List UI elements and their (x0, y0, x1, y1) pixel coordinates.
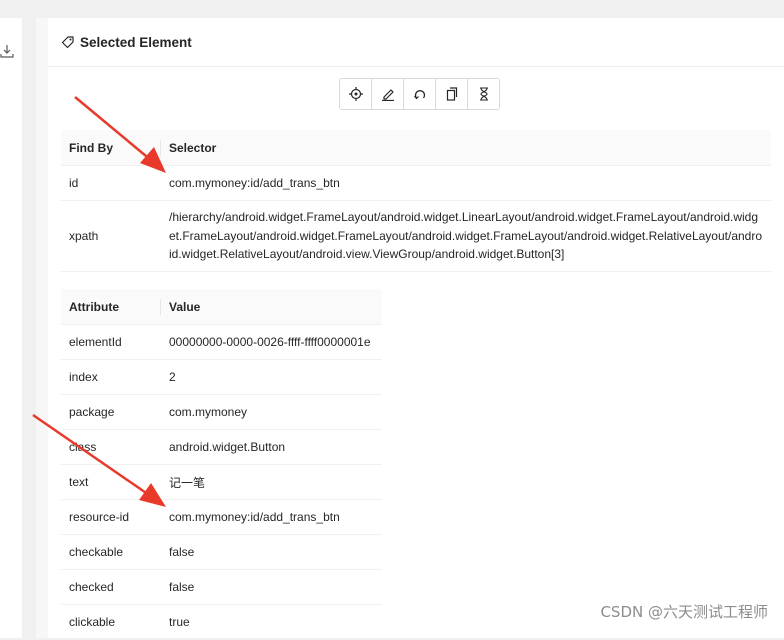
selected-element-panel: Selected Element Find By Selector id com… (48, 18, 784, 640)
find-by-cell: id (61, 165, 161, 201)
table-row: xpath /hierarchy/android.widget.FrameLay… (61, 200, 771, 272)
attribute-name: package (61, 394, 161, 430)
attribute-name: elementId (61, 324, 161, 360)
selector-header: Selector (161, 130, 771, 166)
undo-icon (413, 90, 425, 100)
attribute-header: Attribute (61, 289, 161, 325)
tag-icon (61, 36, 74, 49)
send-keys-button[interactable] (372, 79, 404, 109)
panel-gap (22, 0, 36, 632)
attribute-name: class (61, 429, 161, 465)
attribute-value: true (161, 604, 382, 640)
attribute-value: 00000000-0000-0026-ffff-ffff0000001e (161, 324, 382, 360)
attribute-name: text (61, 464, 161, 500)
attribute-name: resource-id (61, 499, 161, 535)
panel-header: Selected Element (48, 18, 784, 67)
table-row: id com.mymoney:id/add_trans_btn (61, 165, 771, 201)
attribute-table: Attribute Value elementId 00000000-0000-… (61, 289, 382, 640)
clear-button[interactable] (404, 79, 436, 109)
table-row: class android.widget.Button (61, 429, 382, 465)
value-header: Value (161, 289, 382, 325)
selector-cell: com.mymoney:id/add_trans_btn (161, 165, 771, 201)
attribute-value: com.mymoney (161, 394, 382, 430)
table-row: elementId 00000000-0000-0026-ffff-ffff00… (61, 324, 382, 360)
attribute-value: 记一笔 (161, 464, 382, 500)
table-row: package com.mymoney (61, 394, 382, 430)
pencil-icon (381, 89, 394, 101)
attribute-value: false (161, 569, 382, 605)
crosshair-icon (348, 87, 363, 101)
left-panel (0, 18, 22, 638)
copy-attributes-button[interactable] (436, 79, 468, 109)
tap-button[interactable] (340, 79, 372, 109)
attribute-value: android.widget.Button (161, 429, 382, 465)
table-row: checkable false (61, 534, 382, 570)
attribute-name: index (61, 359, 161, 395)
attribute-name: checked (61, 569, 161, 605)
attribute-value: false (161, 534, 382, 570)
watermark: CSDN @六天测试工程师 (600, 603, 768, 621)
selector-cell: /hierarchy/android.widget.FrameLayout/an… (161, 200, 771, 272)
attribute-name: checkable (61, 534, 161, 570)
table-row: checked false (61, 569, 382, 605)
selector-table: Find By Selector id com.mymoney:id/add_t… (61, 130, 771, 272)
table-row: clickable true (61, 604, 382, 640)
download-icon[interactable] (0, 44, 14, 58)
table-row: index 2 (61, 359, 382, 395)
table-row: resource-id com.mymoney:id/add_trans_btn (61, 499, 382, 535)
find-by-header: Find By (61, 130, 161, 166)
hourglass-icon (479, 87, 488, 101)
element-actions-toolbar (339, 78, 500, 110)
copy-icon (446, 87, 457, 101)
attribute-value: 2 (161, 359, 382, 395)
panel-title: Selected Element (80, 34, 192, 50)
attribute-value: com.mymoney:id/add_trans_btn (161, 499, 382, 535)
table-row: text 记一笔 (61, 464, 382, 500)
attribute-name: clickable (61, 604, 161, 640)
get-timing-button[interactable] (468, 79, 499, 109)
find-by-cell: xpath (61, 200, 161, 272)
